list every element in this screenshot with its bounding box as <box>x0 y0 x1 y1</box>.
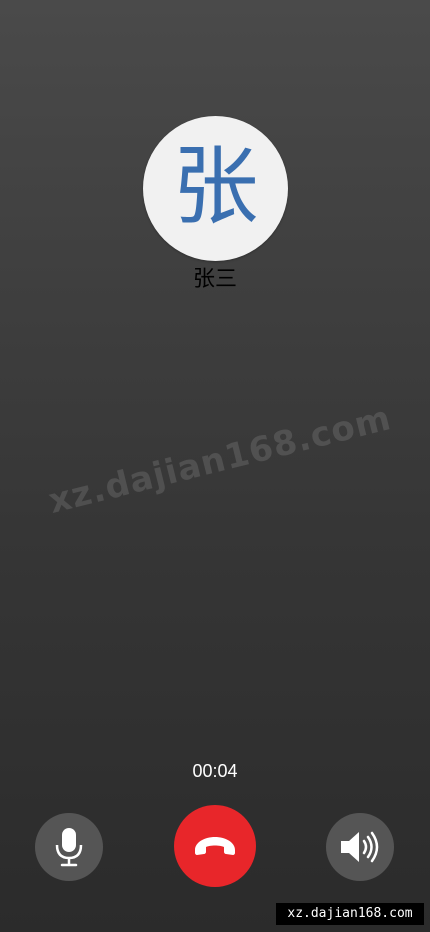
avatar-initial: 张 <box>172 136 259 237</box>
speaker-icon <box>341 831 379 863</box>
phone-hangup-icon <box>195 837 235 855</box>
hangup-button[interactable] <box>174 805 256 887</box>
footer-watermark-tag: xz.dajian168.com <box>276 903 424 925</box>
caller-name: 张三 <box>192 267 237 292</box>
caller-avatar: 张 <box>143 116 288 261</box>
microphone-icon <box>55 828 83 867</box>
call-duration: 00:04 <box>192 761 238 781</box>
call-screen: 张 张三 xz.dajian168.com 00:04 xz.dajian168… <box>0 0 430 932</box>
speaker-button[interactable] <box>326 813 394 881</box>
watermark: xz.dajian168.com <box>44 398 396 522</box>
mute-button[interactable] <box>35 813 103 881</box>
